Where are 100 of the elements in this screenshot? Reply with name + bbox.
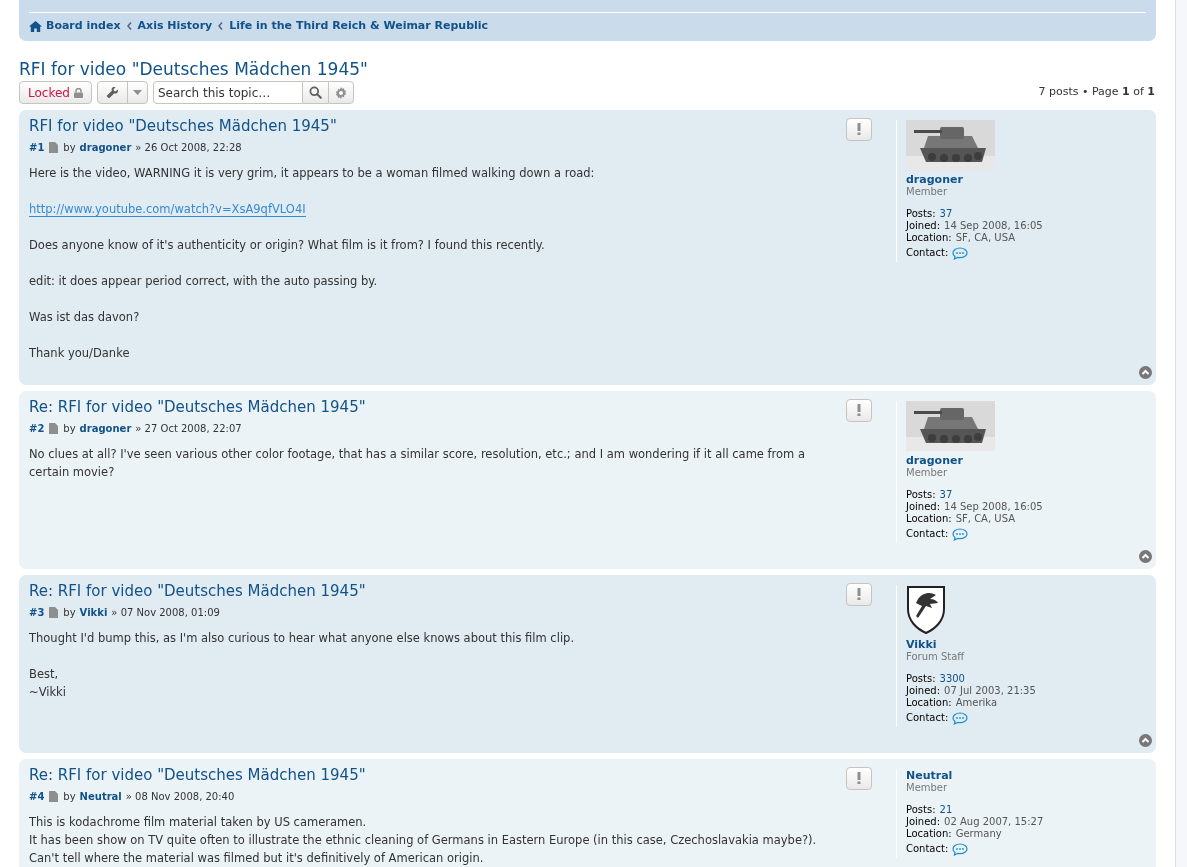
profile-label: Joined: (906, 219, 941, 232)
post-text: No clues at all? I've seen various other color footage, that has a similar score, resolution, etc.; and I am wondering if it all came from a certain movie? (29, 445, 807, 481)
location-text: Germany (955, 827, 1002, 840)
speech-bubble-icon[interactable] (952, 842, 969, 856)
profile-label: Posts: (906, 803, 936, 816)
location-text: SF, CA, USA (955, 231, 1015, 244)
joined-date: 14 Sep 2008, 16:05 (944, 219, 1043, 232)
exclamation-icon (857, 404, 861, 416)
document-icon[interactable] (49, 423, 59, 434)
lock-icon (73, 87, 83, 98)
profile-label: Joined: (906, 500, 941, 513)
post-number-link[interactable]: #2 (29, 422, 45, 435)
post-count-link[interactable]: 37 (939, 207, 953, 220)
profile-label: Posts: (906, 207, 936, 220)
profile-label: Contact: (906, 843, 949, 855)
post-date: » 26 Oct 2008, 22:28 (135, 141, 242, 154)
speech-bubble-icon[interactable] (952, 527, 969, 541)
search-button[interactable] (302, 81, 328, 104)
username-link[interactable]: dragoner (906, 453, 1156, 467)
joined-date: 07 Jul 2003, 21:35 (944, 684, 1036, 697)
by-label: by (63, 422, 76, 435)
locked-button[interactable]: Locked (19, 81, 92, 104)
username-link[interactable]: Neutral (906, 768, 1156, 782)
post-title[interactable]: Re: RFI for video "Deutsches Mädchen 1945" (29, 580, 842, 601)
search-icon (308, 86, 322, 99)
caret-icon (132, 89, 142, 96)
shield-emblem-icon (906, 584, 946, 635)
profile-label: Location: (906, 231, 952, 244)
report-button[interactable] (846, 582, 872, 606)
by-label: by (63, 141, 76, 154)
post-text: edit: it does appear period correct, with the auto passing by. (29, 272, 379, 290)
joined-date: 14 Sep 2008, 16:05 (944, 500, 1043, 513)
profile-label: Posts: (906, 672, 936, 685)
profile-label: Contact: (906, 712, 949, 724)
advanced-search-button[interactable] (327, 81, 354, 104)
post-text: Thought I'd bump this, as I'm also curious to hear what anyone else knows about this film clip. (29, 629, 576, 647)
post-number-link[interactable]: #1 (29, 141, 45, 154)
profile-label: Joined: (906, 815, 941, 828)
document-icon[interactable] (49, 142, 59, 153)
location-text: Amerika (955, 696, 998, 709)
chevron-icon (126, 22, 132, 31)
user-rank: Member (906, 185, 949, 198)
username-link[interactable]: Vikki (906, 637, 1156, 651)
exclamation-icon (857, 123, 861, 135)
breadcrumb-link[interactable]: Life in the Third Reich & Weimar Republic (229, 18, 489, 35)
user-rank: Forum Staff (906, 650, 966, 663)
post-number-link[interactable]: #3 (29, 606, 45, 619)
profile-label: Location: (906, 696, 952, 709)
profile-label: Location: (906, 827, 952, 840)
by-label: by (63, 790, 76, 803)
tools-button[interactable] (96, 81, 148, 104)
speech-bubble-icon[interactable] (952, 711, 969, 725)
username-link[interactable]: dragoner (906, 172, 1156, 186)
profile-label: Posts: (906, 488, 936, 501)
post-text: Here is the video, WARNING it is very grim, it appears to be a woman filmed walking down a road: (29, 164, 596, 182)
back-to-top-icon[interactable] (1139, 549, 1152, 563)
joined-date: 02 Aug 2007, 15:27 (944, 815, 1044, 828)
post-count-link[interactable]: 21 (939, 803, 953, 816)
post-title[interactable]: Re: RFI for video "Deutsches Mädchen 1945" (29, 764, 842, 785)
report-button[interactable] (846, 117, 872, 141)
exclamation-icon (857, 772, 861, 784)
topic-title[interactable]: RFI for video "Deutsches Mädchen 1945" (19, 57, 1156, 80)
post-count-link[interactable]: 37 (939, 488, 953, 501)
post-text: ~Vikki (29, 683, 67, 701)
search-field[interactable]: Search this topic… (152, 81, 303, 104)
author-link[interactable]: Vikki (79, 606, 108, 619)
report-button[interactable] (846, 766, 872, 790)
post-number-link[interactable]: #4 (29, 790, 45, 803)
pagination-text: 7 posts • Page 1 of 1 (1038, 84, 1156, 101)
post-title[interactable]: Re: RFI for video "Deutsches Mädchen 1945" (29, 396, 842, 417)
document-icon[interactable] (49, 791, 59, 802)
profile-label: Location: (906, 512, 952, 525)
document-icon[interactable] (49, 607, 59, 618)
user-rank: Member (906, 781, 949, 794)
back-to-top-icon[interactable] (1139, 733, 1152, 747)
post-text: It has been show on TV quite often to illustrate the ethnic cleaning of Germans in Eastern Europe (in this case, Czechoslavakia maybe?). Can't tell where the material was filmed but it's definitively of American origin. (29, 831, 818, 867)
author-link[interactable]: Neutral (79, 790, 122, 803)
gear-icon (334, 86, 347, 99)
author-link[interactable]: dragoner (79, 141, 132, 154)
post-text: Thank you/Danke (29, 344, 131, 362)
post-date: » 27 Oct 2008, 22:07 (135, 422, 242, 435)
profile-label: Joined: (906, 684, 941, 697)
post-text: Was ist das davon? (29, 308, 141, 326)
post-date: » 07 Nov 2008, 01:09 (111, 606, 220, 619)
post-count-link[interactable]: 3300 (939, 672, 965, 685)
report-button[interactable] (846, 398, 872, 422)
breadcrumb-link[interactable]: Axis History (137, 18, 213, 35)
back-to-top-icon[interactable] (1139, 365, 1152, 379)
speech-bubble-icon[interactable] (952, 246, 969, 260)
wrench-icon (105, 86, 119, 99)
location-text: SF, CA, USA (955, 512, 1015, 525)
post-text: Best, (29, 665, 60, 683)
profile-label: Contact: (906, 247, 949, 259)
post-title[interactable]: RFI for video "Deutsches Mädchen 1945" (29, 115, 842, 136)
breadcrumb-link[interactable]: Board index (29, 18, 121, 35)
user-rank: Member (906, 466, 949, 479)
author-link[interactable]: dragoner (79, 422, 132, 435)
exclamation-icon (857, 588, 861, 600)
chevron-icon (218, 22, 224, 31)
post-text: This is kodachrome film material taken by US cameramen. (29, 813, 368, 831)
